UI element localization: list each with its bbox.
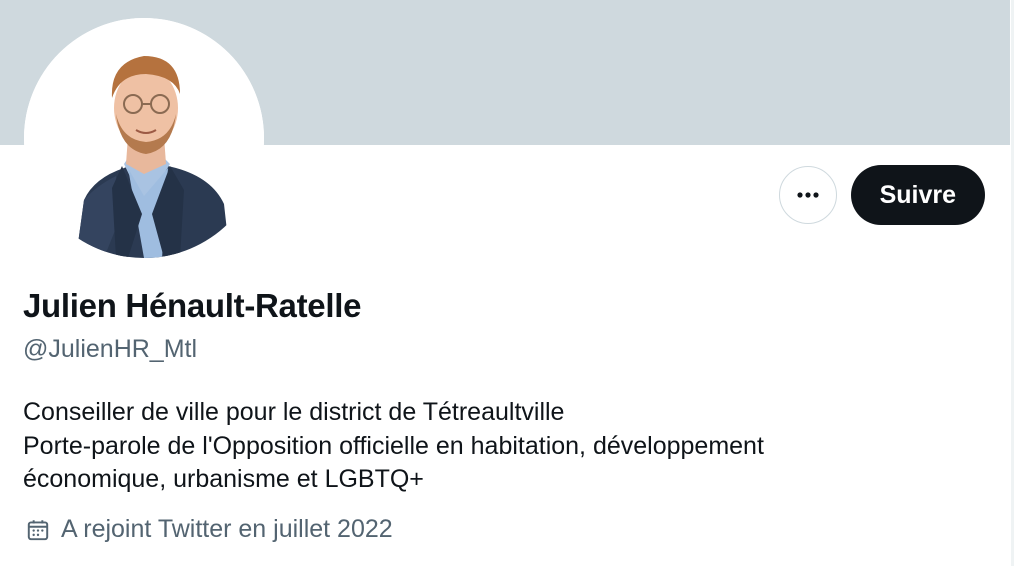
avatar[interactable] <box>24 18 264 258</box>
bio-line: économique, urbanisme et LGBTQ+ <box>23 465 424 493</box>
joined-date: A rejoint Twitter en juillet 2022 <box>25 515 393 544</box>
bio: Conseiller de ville pour le district de … <box>23 396 923 497</box>
follow-button[interactable]: Suivre <box>850 165 985 225</box>
more-button[interactable] <box>778 166 837 224</box>
profile-photo <box>24 18 264 258</box>
profile-actions: Suivre <box>778 165 985 225</box>
handle: @JulienHR_Mtl <box>23 335 198 363</box>
bio-line: Porte-parole de l'Opposition officielle … <box>23 431 764 460</box>
joined-text: A rejoint Twitter en juillet 2022 <box>61 515 393 543</box>
bio-line: Conseiller de ville pour le district de … <box>23 398 565 426</box>
display-name: Julien Hénault-Ratelle <box>23 287 362 324</box>
profile-header: Suivre Julien Hénault-Ratelle @JulienHR_… <box>0 0 1014 566</box>
more-dots-icon <box>796 192 819 198</box>
calendar-icon <box>25 517 51 543</box>
